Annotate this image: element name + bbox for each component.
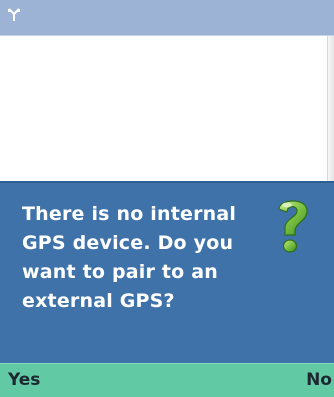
signal-antenna-icon — [8, 8, 20, 21]
scrollbar[interactable] — [327, 36, 334, 181]
no-softkey[interactable]: No — [306, 370, 332, 390]
softkey-bar: Yes No — [0, 363, 334, 397]
content-area — [0, 36, 334, 181]
yes-softkey[interactable]: Yes — [8, 370, 40, 390]
status-bar — [0, 0, 334, 36]
gps-dialog: There is no internal GPS device. Do you … — [0, 181, 334, 363]
question-mark-icon — [278, 200, 308, 253]
dialog-message: There is no internal GPS device. Do you … — [22, 203, 237, 312]
